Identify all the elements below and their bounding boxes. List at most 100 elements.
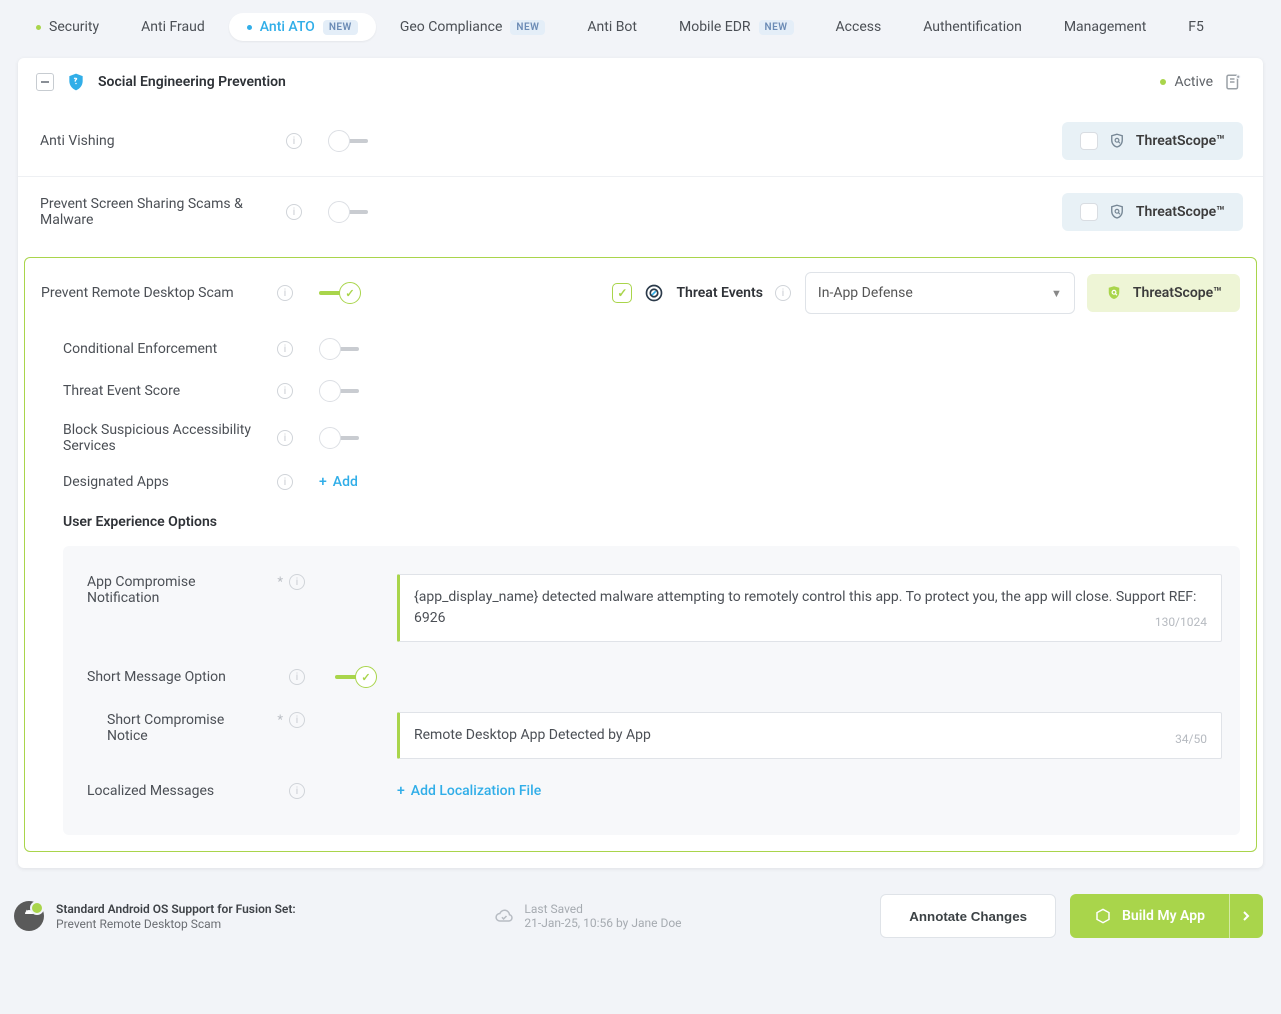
uxo-header: User Experience Options [25,500,1256,540]
status-dot-icon [1160,79,1166,85]
footer-os-label: Standard Android OS Support for Fusion S… [56,902,296,916]
tab-label: Geo Compliance [400,19,503,35]
row-label: Threat Event Score [41,383,271,399]
info-icon[interactable]: i [277,430,293,446]
tab-label: Security [49,19,99,35]
footer-left: Standard Android OS Support for Fusion S… [14,901,296,931]
row-short-compromise-notice: Short Compromise Notice * i Remote Deskt… [81,700,1222,771]
tab-anti-bot[interactable]: Anti Bot [569,13,655,41]
threatscope-chip-active[interactable]: ThreatScope™ [1087,274,1240,312]
threatscope-icon [1108,132,1126,150]
row-anti-vishing: Anti Vishing i ThreatScope™ [18,106,1263,177]
threat-events-label: Threat Events [676,285,762,301]
add-app-button[interactable]: + Add [319,474,379,490]
threatscope-checkbox[interactable] [1080,132,1098,150]
short-notice-text-input[interactable]: Remote Desktop App Detected by App 34/50 [397,712,1222,759]
status-dot-icon [36,25,41,30]
threatscope-label: ThreatScope™ [1136,133,1225,149]
info-icon[interactable]: i [286,133,302,149]
row-label: Conditional Enforcement [41,341,271,357]
saved-value: 21-Jan-25, 10:56 by Jane Doe [524,916,681,930]
defense-mode-dropdown[interactable]: In-App Defense ▼ [805,272,1075,314]
tab-label: Anti Bot [587,19,637,35]
tab-f5[interactable]: F5 [1170,13,1222,41]
toggle-block-accessibility[interactable] [319,427,365,449]
chevron-down-icon: ▼ [1051,287,1062,300]
required-icon: * [267,574,283,590]
toggle-anti-vishing[interactable] [328,130,374,152]
tab-geo-compliance[interactable]: Geo Compliance NEW [382,13,564,41]
tabs-bar: Security Anti Fraud Anti ATO NEW Geo Com… [0,0,1281,54]
tab-label: Authentification [923,19,1022,35]
threatscope-icon [1105,284,1123,302]
threatscope-checkbox[interactable] [1080,203,1098,221]
info-icon[interactable]: i [289,712,305,728]
footer-text: Standard Android OS Support for Fusion S… [56,901,296,931]
char-counter: 130/1024 [1155,613,1207,631]
tab-security[interactable]: Security [18,13,117,41]
build-more-button[interactable] [1229,894,1263,938]
tab-mobile-edr[interactable]: Mobile EDR NEW [661,13,812,41]
info-icon[interactable]: i [289,783,305,799]
build-icon [1094,907,1112,925]
info-icon[interactable]: i [277,285,293,301]
threatscope-chip[interactable]: ThreatScope™ [1062,122,1243,160]
info-icon[interactable]: i [277,383,293,399]
row-conditional-enforcement: Conditional Enforcement i [25,328,1256,370]
status-dot-icon [247,25,252,30]
info-icon[interactable]: i [289,574,305,590]
tab-management[interactable]: Management [1046,13,1164,41]
build-my-app-button[interactable]: Build My App [1070,894,1263,938]
tab-access[interactable]: Access [818,13,900,41]
app-compromise-text-input[interactable]: {app_display_name} detected malware atte… [397,574,1222,642]
row-label: Prevent Screen Sharing Scams & Malware [40,196,280,228]
threat-events-checkbox[interactable]: ✓ [612,283,632,303]
footer-mid: Last Saved 21-Jan-25, 10:56 by Jane Doe [494,902,681,930]
threatscope-label: ThreatScope™ [1133,285,1222,301]
threatscope-chip[interactable]: ThreatScope™ [1062,193,1243,231]
card-title: Social Engineering Prevention [98,74,286,90]
info-icon[interactable]: i [289,669,305,685]
collapse-button[interactable] [36,73,54,91]
row-block-accessibility: Block Suspicious Accessibility Services … [25,412,1256,464]
add-localization-button[interactable]: + Add Localization File [397,783,1222,799]
info-icon[interactable]: i [277,474,293,490]
plus-icon: + [319,474,327,490]
row-label: Anti Vishing [40,133,280,149]
row-prevent-screen-sharing: Prevent Screen Sharing Scams & Malware i… [18,177,1263,247]
toggle-conditional-enforcement[interactable] [319,338,365,360]
threat-events-icon [644,283,664,303]
toggle-threat-event-score[interactable] [319,380,365,402]
uxo-panel: App Compromise Notification * i {app_dis… [63,546,1240,835]
tab-anti-fraud[interactable]: Anti Fraud [123,13,223,41]
status-pill: Active [1160,74,1213,90]
info-icon[interactable]: i [277,341,293,357]
row-label: Short Compromise Notice [81,712,261,744]
tab-anti-ato[interactable]: Anti ATO NEW [229,13,376,41]
notes-icon [1224,73,1242,91]
button-label: Annotate Changes [909,909,1027,924]
tab-label: Mobile EDR [679,19,751,35]
tab-label: Anti ATO [260,19,315,35]
row-threat-event-score: Threat Event Score i [25,370,1256,412]
info-icon[interactable]: i [775,285,791,301]
row-label: Designated Apps [41,474,271,490]
toggle-prevent-screen-sharing[interactable] [328,201,374,223]
text-value: Remote Desktop App Detected by App [414,725,651,746]
tab-label: Access [836,19,882,35]
tab-label: F5 [1188,19,1204,35]
threatscope-label: ThreatScope™ [1136,204,1225,220]
annotate-changes-button[interactable]: Annotate Changes [880,894,1056,938]
tab-label: Anti Fraud [141,19,205,35]
row-localized-messages: Localized Messages i + Add Localization … [81,771,1222,811]
toggle-prevent-remote-desktop[interactable] [315,282,361,304]
notes-icon-button[interactable] [1223,72,1243,92]
row-short-message-option: Short Message Option i [81,654,1222,700]
tab-authentification[interactable]: Authentification [905,13,1040,41]
row-label: Block Suspicious Accessibility Services [41,422,271,454]
info-icon[interactable]: i [286,204,302,220]
toggle-short-message[interactable] [331,666,377,688]
plus-icon: + [397,783,405,799]
row-label: Prevent Remote Desktop Scam [41,285,271,301]
threatscope-icon [1108,203,1126,221]
